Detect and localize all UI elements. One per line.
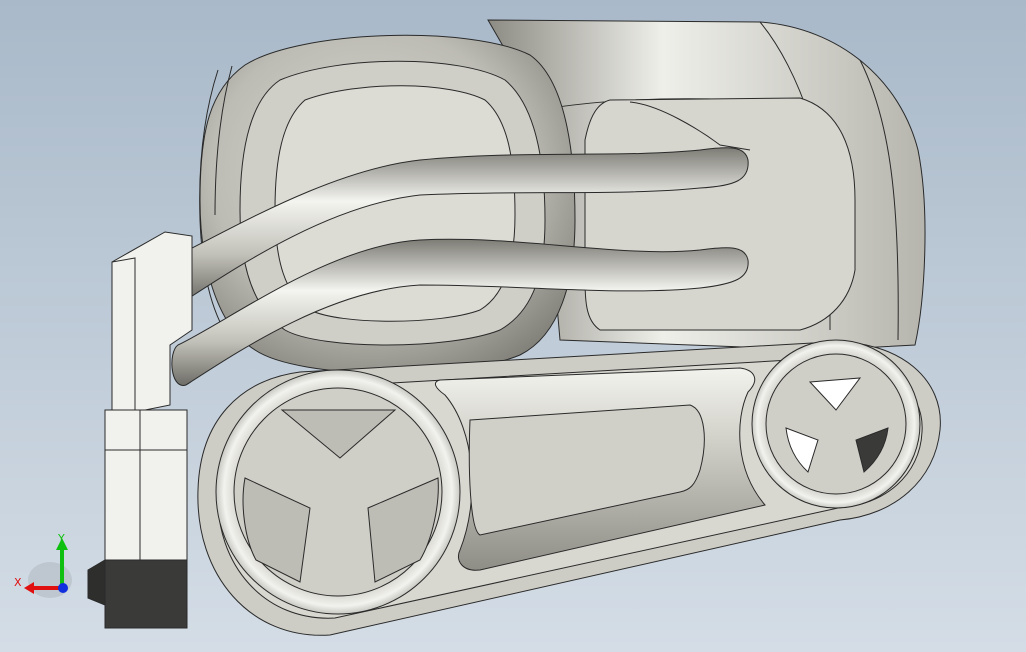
right-idler-wheel [751, 339, 921, 509]
dark-foot [104, 559, 188, 629]
z-axis-dot [58, 583, 68, 593]
x-axis-label: X [14, 576, 22, 589]
cad-model-view[interactable] [0, 0, 1026, 652]
y-axis-label: Y [58, 532, 65, 545]
cad-viewport[interactable]: X Y [0, 0, 1026, 652]
left-drive-wheel [215, 369, 461, 615]
